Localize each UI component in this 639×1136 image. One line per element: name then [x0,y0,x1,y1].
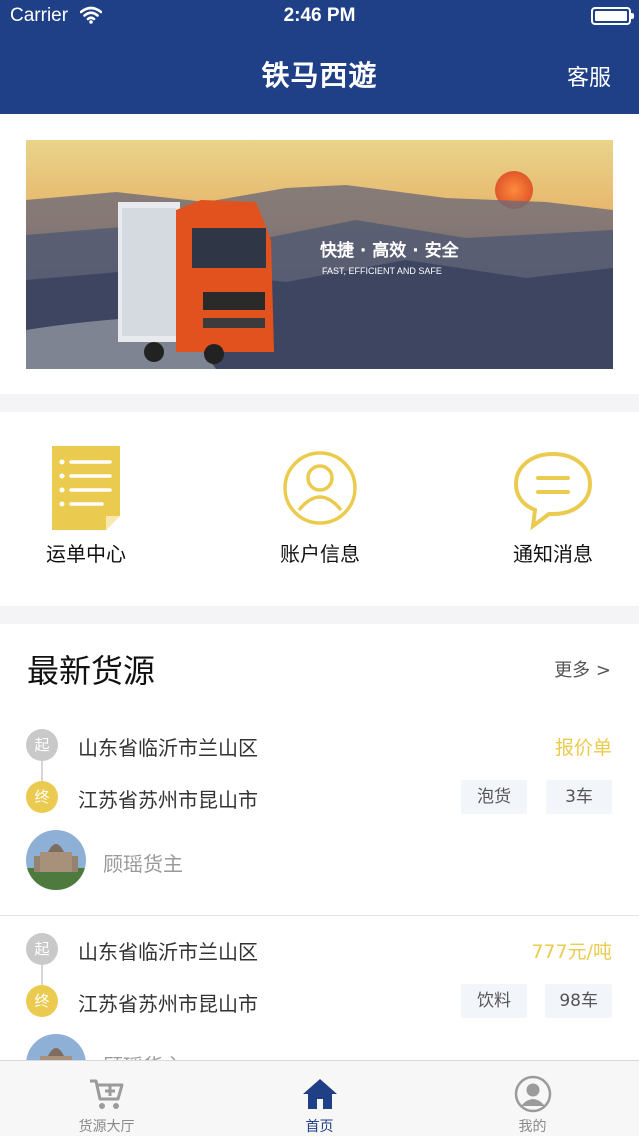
tab-mine[interactable]: 我的 [426,1061,639,1136]
truck-count-tag: 3车 [546,780,612,814]
banner-headline: 快捷 · 高效 · 安全 [320,240,460,261]
quick-actions: 运单中心 账户信息 通知消息 [0,412,639,606]
origin-address: 山东省临沂市兰山区 [78,736,258,760]
banner-subtitle: FAST, EFFICIENT AND SAFE [322,266,442,276]
tab-bar: 货源大厅 首页 我的 [0,1060,639,1136]
app-header: Carrier 2:46 PM 铁马西遊 客服 [0,0,639,114]
avatar [26,830,86,890]
cargo-card[interactable]: 起 终 山东省临沂市兰山区 江苏省苏州市昆山市 报价单 泡货 3车 顾瑶货主 [0,716,639,916]
end-badge: 终 [26,781,58,813]
tab-label: 首页 [305,1119,334,1135]
end-badge: 终 [26,985,58,1017]
home-icon [301,1075,339,1113]
user-circle-icon [270,442,370,538]
status-time: 2:46 PM [283,5,356,26]
start-badge: 起 [26,729,58,761]
customer-service-button[interactable]: 客服 [567,60,611,92]
quick-action-label: 账户信息 [280,542,360,566]
destination-address: 江苏省苏州市昆山市 [78,788,258,812]
more-link[interactable]: 更多 > [554,656,611,682]
cargo-type-tag: 泡货 [461,780,527,814]
banner-section: 快捷 · 高效 · 安全 FAST, EFFICIENT AND SAFE [0,114,639,394]
clipboard-list-icon [36,442,136,538]
route-connector [41,965,43,985]
destination-address: 江苏省苏州市昆山市 [78,992,258,1016]
section-title: 最新货源 [27,652,156,690]
truck-count-tag: 98车 [545,984,612,1018]
tab-home[interactable]: 首页 [213,1061,426,1136]
page-title: 铁马西遊 [261,59,378,92]
route-connector [41,761,43,781]
owner-name: 顾瑶货主 [103,852,183,876]
cargo-card[interactable]: 起 终 山东省临沂市兰山区 江苏省苏州市昆山市 777元/吨 饮料 98车 顾瑶… [0,916,639,1060]
status-bar: Carrier 2:46 PM [0,0,639,34]
user-avatar-icon [514,1075,552,1113]
tab-label: 货源大厅 [78,1119,135,1135]
tab-label: 我的 [518,1119,547,1135]
tab-cargo-hall[interactable]: 货源大厅 [0,1061,213,1136]
cart-plus-icon [88,1075,126,1113]
banner-image[interactable]: 快捷 · 高效 · 安全 FAST, EFFICIENT AND SAFE [26,140,613,369]
origin-address: 山东省临沂市兰山区 [78,940,258,964]
chat-bubble-icon [503,442,603,538]
price-label: 报价单 [554,737,612,759]
cargo-type-tag: 饮料 [461,984,527,1018]
quick-action-label: 运单中心 [46,542,126,566]
owner-name: 顾瑶货主 [103,1050,183,1060]
battery-icon [591,7,634,25]
latest-cargo-section: 最新货源 更多 > 起 终 山东省临沂市兰山区 江苏省苏州市昆山市 报价单 泡货… [0,624,639,1060]
price-label: 777元/吨 [531,941,612,963]
avatar [26,1034,86,1060]
start-badge: 起 [26,933,58,965]
quick-action-label: 通知消息 [513,542,593,566]
